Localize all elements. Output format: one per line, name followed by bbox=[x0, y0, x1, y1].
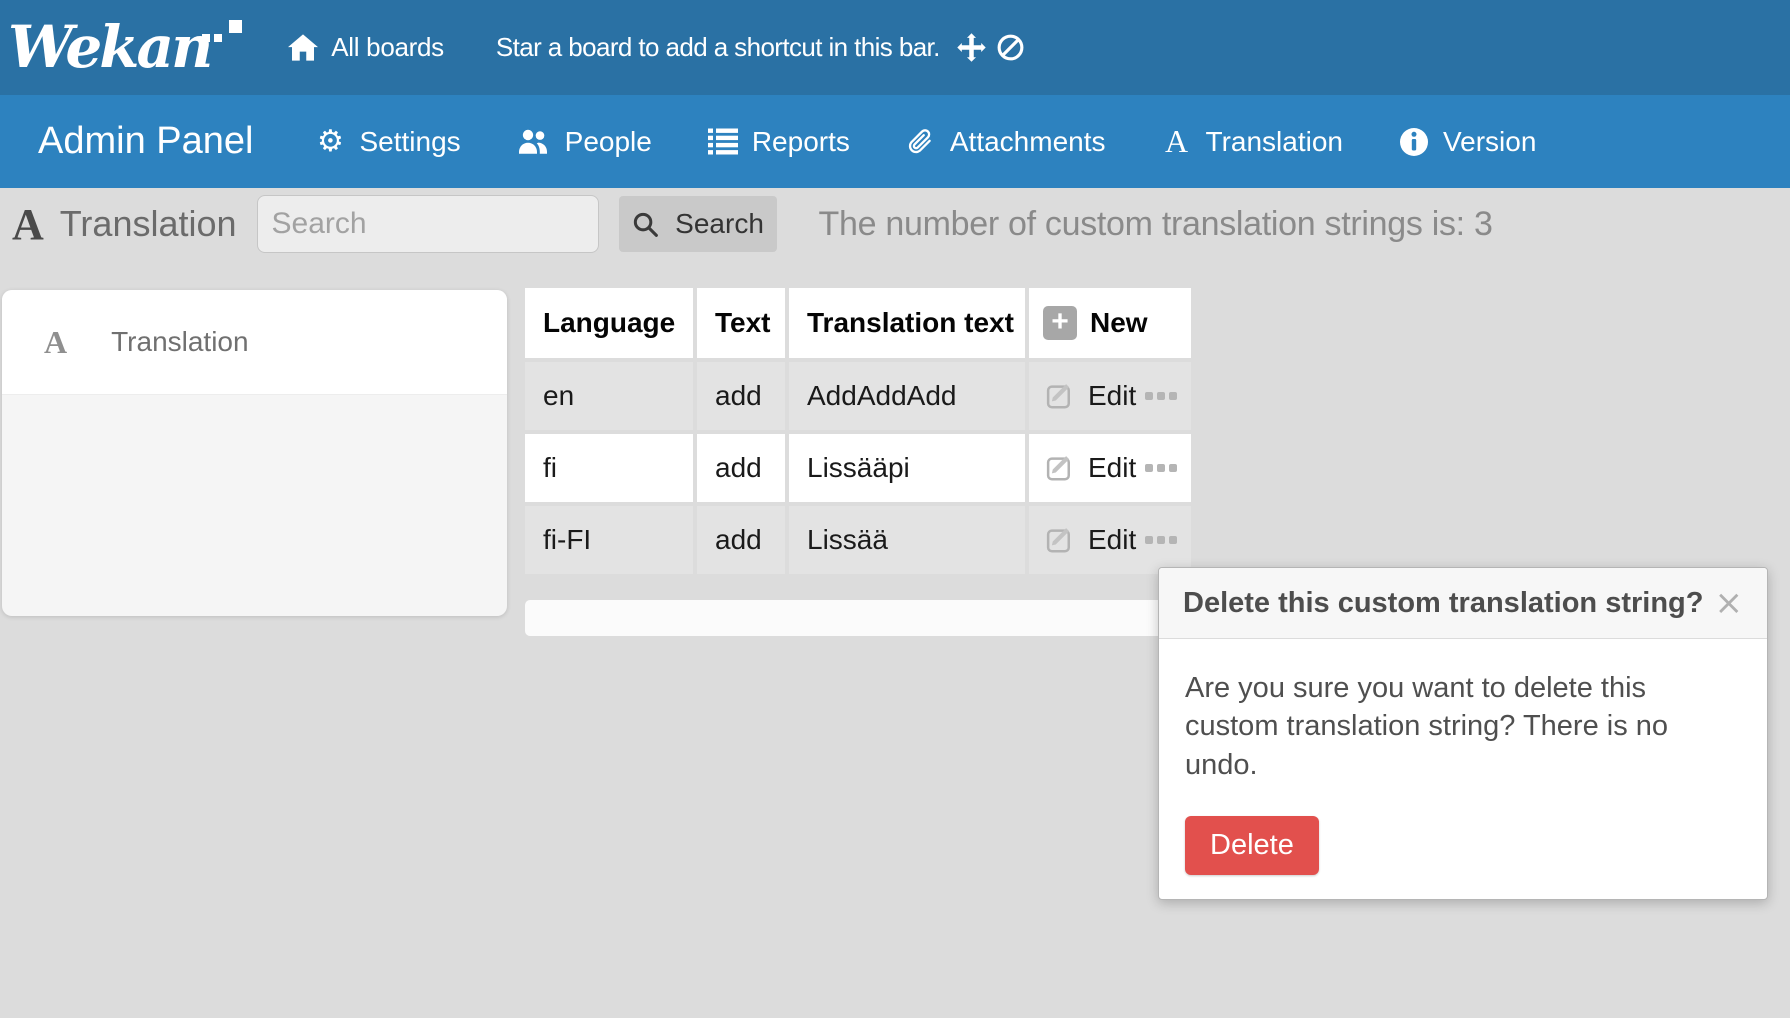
logo-pixel-icon bbox=[214, 34, 222, 42]
admin-panel-title: Admin Panel bbox=[38, 120, 253, 163]
cell-translation-text: Lissää bbox=[789, 506, 1025, 574]
logo-pixel-icon bbox=[202, 34, 210, 42]
nav-label: Attachments bbox=[950, 126, 1106, 158]
nav-item-reports[interactable]: Reports bbox=[708, 126, 850, 158]
ellipsis-menu-icon[interactable] bbox=[1145, 392, 1177, 400]
edit-button-label: Edit bbox=[1088, 380, 1136, 412]
sidebar-item-translation[interactable]: A Translation bbox=[2, 290, 507, 395]
wekan-logo[interactable]: Wekan bbox=[8, 0, 244, 95]
gear-icon: ⚙ bbox=[315, 127, 345, 157]
nav-item-settings[interactable]: ⚙ Settings bbox=[315, 126, 460, 158]
cell-text: add bbox=[697, 362, 785, 430]
move-icon[interactable] bbox=[956, 32, 987, 63]
edit-button[interactable]: Edit bbox=[1045, 524, 1136, 556]
pencil-square-icon bbox=[1045, 453, 1075, 483]
close-icon[interactable]: × bbox=[1715, 586, 1744, 620]
column-header-language: Language bbox=[525, 288, 693, 358]
admin-nav: ⚙ Settings People bbox=[315, 123, 1536, 160]
translation-toolbar: A Translation Search The number of custo… bbox=[0, 188, 1790, 260]
cell-language: fi-FI bbox=[525, 506, 693, 574]
letter-a-icon: A bbox=[12, 199, 44, 250]
page-title-label: Translation bbox=[60, 203, 237, 245]
pencil-square-icon bbox=[1045, 525, 1075, 555]
pencil-square-icon bbox=[1045, 381, 1075, 411]
popup-header: Delete this custom translation string? × bbox=[1159, 568, 1767, 639]
cell-translation-text: Lissääpi bbox=[789, 434, 1025, 502]
nav-item-attachments[interactable]: Attachments bbox=[906, 126, 1106, 158]
ban-icon[interactable] bbox=[996, 33, 1025, 62]
nav-label: Translation bbox=[1206, 126, 1343, 158]
star-board-hint: Star a board to add a shortcut in this b… bbox=[496, 32, 940, 63]
home-icon bbox=[288, 34, 318, 61]
delete-confirmation-popup: Delete this custom translation string? ×… bbox=[1158, 567, 1768, 900]
cell-actions: Edit bbox=[1029, 506, 1191, 574]
nav-label: Reports bbox=[752, 126, 850, 158]
cell-translation-text: AddAddAdd bbox=[789, 362, 1025, 430]
sidebar-item-label: Translation bbox=[111, 326, 248, 358]
all-boards-link[interactable]: All boards bbox=[288, 32, 444, 63]
translation-table: Language Text Translation text + New en … bbox=[525, 288, 1191, 574]
nav-item-translation[interactable]: A Translation bbox=[1162, 123, 1343, 160]
search-button[interactable]: Search bbox=[619, 196, 777, 252]
letter-a-icon: A bbox=[1162, 123, 1192, 160]
cell-actions: Edit bbox=[1029, 434, 1191, 502]
letter-a-icon: A bbox=[44, 324, 67, 361]
plus-square-icon: + bbox=[1043, 306, 1077, 340]
table-scroll-track[interactable] bbox=[525, 600, 1191, 636]
edit-button-label: Edit bbox=[1088, 524, 1136, 556]
column-header-text: Text bbox=[697, 288, 785, 358]
nav-label: People bbox=[565, 126, 652, 158]
wekan-admin-screen: Wekan All boards Star a board to add a s… bbox=[0, 0, 1790, 1018]
delete-button[interactable]: Delete bbox=[1185, 816, 1319, 875]
top-bar: Wekan All boards Star a board to add a s… bbox=[0, 0, 1790, 95]
all-boards-label: All boards bbox=[331, 32, 444, 63]
page-title: A Translation bbox=[12, 199, 237, 250]
nav-item-version[interactable]: Version bbox=[1399, 126, 1536, 158]
search-button-label: Search bbox=[675, 208, 764, 240]
translation-sidebar: A Translation bbox=[2, 290, 507, 616]
edit-button-label: Edit bbox=[1088, 452, 1136, 484]
reports-icon bbox=[708, 128, 738, 155]
search-icon bbox=[631, 210, 660, 239]
cell-text: add bbox=[697, 434, 785, 502]
popup-title: Delete this custom translation string? bbox=[1183, 587, 1715, 620]
popup-body: Are you sure you want to delete this cus… bbox=[1159, 639, 1767, 899]
popup-message: Are you sure you want to delete this cus… bbox=[1185, 669, 1741, 784]
new-button-label: New bbox=[1090, 307, 1148, 339]
logo-pixel-icon bbox=[229, 20, 242, 33]
ellipsis-menu-icon[interactable] bbox=[1145, 536, 1177, 544]
edit-button[interactable]: Edit bbox=[1045, 452, 1136, 484]
nav-item-people[interactable]: People bbox=[517, 126, 652, 158]
edit-button[interactable]: Edit bbox=[1045, 380, 1136, 412]
cell-actions: Edit bbox=[1029, 362, 1191, 430]
cell-language: fi bbox=[525, 434, 693, 502]
cell-language: en bbox=[525, 362, 693, 430]
column-header-translation-text: Translation text bbox=[789, 288, 1025, 358]
admin-panel-bar: Admin Panel ⚙ Settings People bbox=[0, 95, 1790, 188]
paperclip-icon bbox=[906, 127, 936, 157]
nav-label: Settings bbox=[359, 126, 460, 158]
new-translation-button[interactable]: + New bbox=[1029, 288, 1191, 358]
wekan-logo-text: Wekan bbox=[8, 13, 210, 81]
translation-count-text: The number of custom translation strings… bbox=[819, 205, 1493, 244]
ellipsis-menu-icon[interactable] bbox=[1145, 464, 1177, 472]
info-icon bbox=[1399, 127, 1429, 157]
people-icon bbox=[517, 128, 551, 156]
cell-text: add bbox=[697, 506, 785, 574]
nav-label: Version bbox=[1443, 126, 1536, 158]
search-input[interactable] bbox=[257, 195, 599, 253]
